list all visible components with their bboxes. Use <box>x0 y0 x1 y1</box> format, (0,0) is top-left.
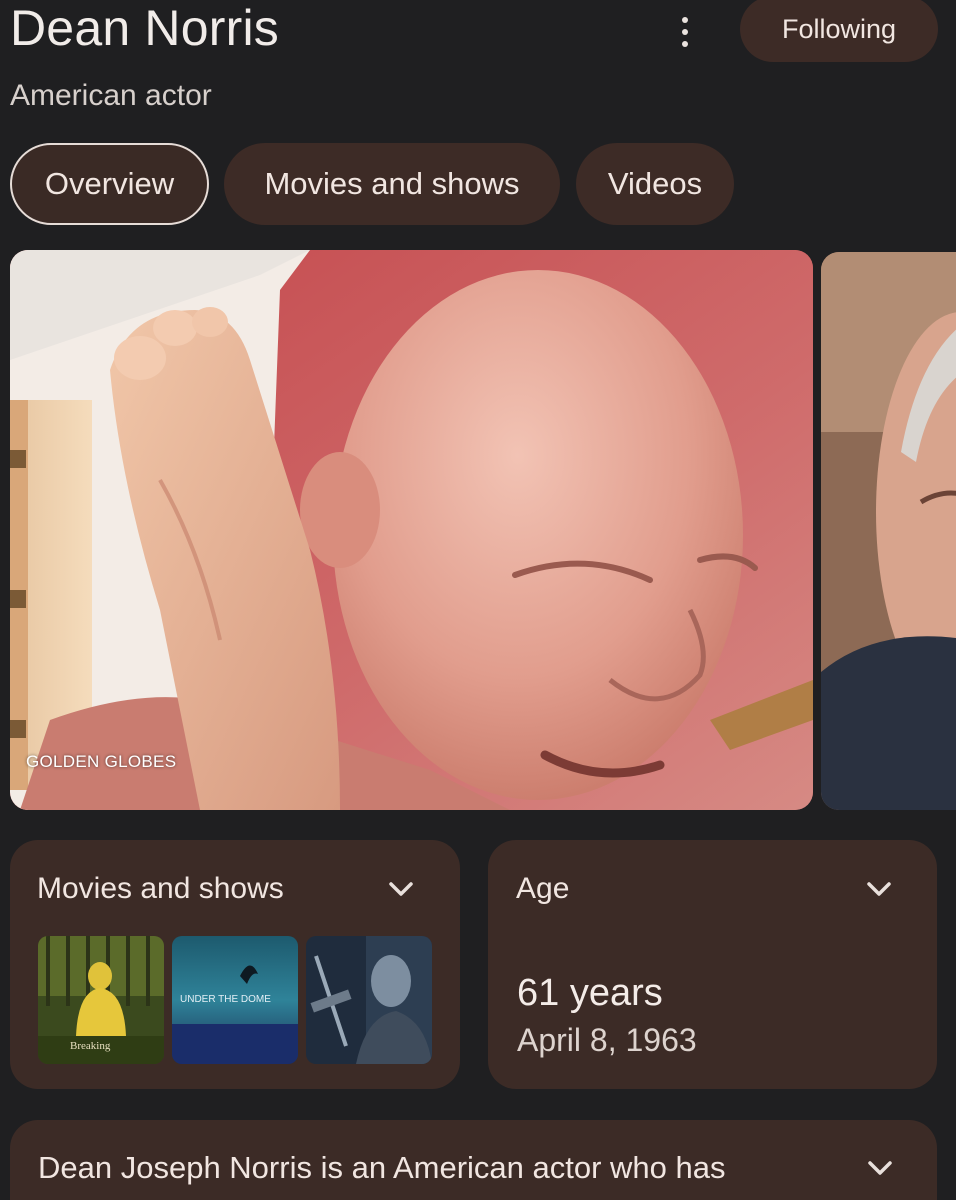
more-options-button[interactable] <box>664 6 706 58</box>
chevron-down-icon[interactable] <box>865 1153 895 1183</box>
hero-image-secondary[interactable] <box>821 252 956 810</box>
poster-label: Breaking <box>70 1040 111 1052</box>
more-vert-icon <box>682 17 688 23</box>
following-button[interactable]: Following <box>740 0 938 62</box>
tab-movies-and-shows[interactable]: Movies and shows <box>224 143 560 225</box>
movies-shows-card-title: Movies and shows <box>37 872 284 905</box>
hero-photo-secondary <box>821 252 956 810</box>
entity-title: Dean Norris <box>10 0 279 56</box>
entity-subtitle: American actor <box>10 79 212 112</box>
movie-thumbnail-under-the-dome[interactable]: UNDER THE DOME <box>172 936 298 1064</box>
hero-photo <box>10 250 813 810</box>
poster-terminator <box>306 936 432 1064</box>
birth-date: April 8, 1963 <box>517 1022 697 1058</box>
more-vert-icon-dot <box>682 29 688 35</box>
poster-label: UNDER THE DOME <box>180 994 271 1005</box>
image-source-label: GOLDEN GLOBES <box>26 752 177 771</box>
age-value: 61 years <box>517 972 663 1014</box>
hero-image[interactable] <box>10 250 813 810</box>
chevron-down-icon[interactable] <box>386 874 416 904</box>
description-text: Dean Joseph Norris is an American actor … <box>38 1150 726 1185</box>
tab-videos[interactable]: Videos <box>576 143 734 225</box>
more-vert-icon-dot <box>682 41 688 47</box>
age-card-title: Age <box>516 872 570 905</box>
chevron-down-icon[interactable] <box>864 874 894 904</box>
knowledge-panel: Dean Norris Following American actor Ove… <box>0 0 956 1200</box>
movie-thumbnail-breaking-bad[interactable]: Breaking <box>38 936 164 1064</box>
tab-overview[interactable]: Overview <box>10 143 209 225</box>
movie-thumbnail-terminator[interactable] <box>306 936 432 1064</box>
